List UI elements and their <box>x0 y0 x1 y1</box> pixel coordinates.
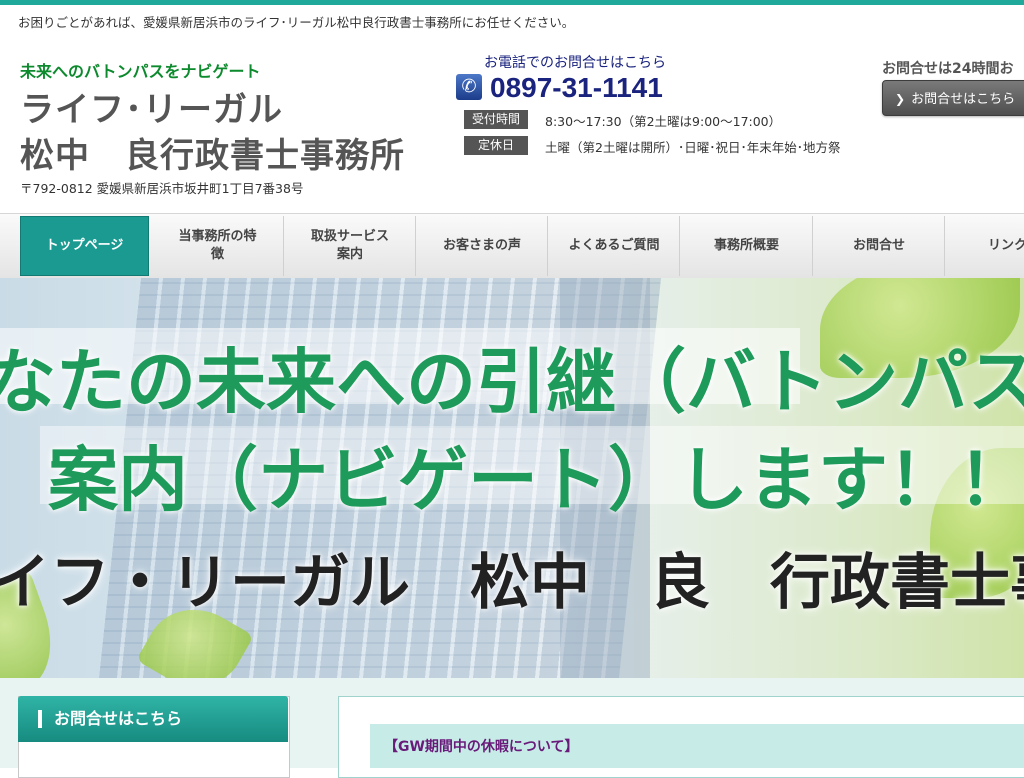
hero-headline-2: 案内（ナビゲート）します！！ <box>48 439 1024 521</box>
nav-item-about[interactable]: 事務所概要 <box>681 216 813 276</box>
nav-label: 取扱サービス案内 <box>311 229 390 262</box>
news-title: 【GW期間中の休暇について】 <box>384 739 579 755</box>
closed-value: 土曜（第2土曜は開所）･日曜･祝日･年末年始･地方祭 <box>545 140 841 155</box>
nav-item-faq[interactable]: よくあるご質問 <box>549 216 680 276</box>
hours-badge: 受付時間 <box>464 110 528 129</box>
nav-item-contact[interactable]: お問合せ <box>814 216 945 276</box>
tel-caption: お電話でのお問合せはこちら <box>484 55 666 71</box>
nav-label: よくあるご質問 <box>568 238 660 253</box>
phone-icon: ✆ <box>456 74 482 100</box>
office-address: 〒792-0812 愛媛県新居浜市坂井町1丁目7番38号 <box>20 181 304 196</box>
top-accent-bar <box>0 0 1024 5</box>
hero-headline-1: なたの未来への引継（バトンパス <box>0 341 1024 423</box>
hero-banner: なたの未来への引継（バトンパス 案内（ナビゲート）します！！ イフ・リーガル 松… <box>0 278 1024 678</box>
closed-badge: 定休日 <box>464 136 528 155</box>
tel-number[interactable]: 0897-31-1141 <box>490 72 663 104</box>
sidebar-contact-heading[interactable]: お問合せはこちら <box>18 696 288 742</box>
contact-button-label: お問合せはこちら <box>911 92 1016 107</box>
nav-label: お客さまの声 <box>442 238 521 253</box>
nav-label: リンク集 <box>988 238 1024 253</box>
nav-item-voices[interactable]: お客さまの声 <box>417 216 548 276</box>
nav-label: お問合せ <box>852 238 905 253</box>
nav-label: 事務所概要 <box>713 238 779 253</box>
heading-bar-icon <box>38 710 42 728</box>
nav-label: トップページ <box>45 238 124 253</box>
nav-item-features[interactable]: 当事務所の特徴 <box>152 216 284 276</box>
contact-24h-text: お問合せは24時間お <box>882 61 1014 77</box>
office-name-line1[interactable]: ライフ･リーガル <box>20 82 283 131</box>
hero-office-name: イフ・リーガル 松中 良 行政書士事 <box>0 548 1024 618</box>
nav-item-links[interactable]: リンク集 <box>946 216 1024 276</box>
office-name-line2[interactable]: 松中 良行政書士事務所 <box>20 128 405 177</box>
nav-label: 当事務所の特徴 <box>178 229 257 262</box>
contact-button[interactable]: ❯ お問合せはこちら <box>882 80 1024 116</box>
nav-item-top[interactable]: トップページ <box>20 216 149 276</box>
catchphrase: 未来へのバトンパスをナビゲート <box>20 62 261 81</box>
nav-item-services[interactable]: 取扱サービス案内 <box>285 216 416 276</box>
hours-value: 8:30～17:30（第2土曜は9:00～17:00） <box>545 114 782 129</box>
global-nav: トップページ 当事務所の特徴 取扱サービス案内 お客さまの声 よくあるご質問 事… <box>0 213 1024 279</box>
header-tagline: お困りごとがあれば、愛媛県新居浜市のライフ･リーガル松中良行政書士事務所にお任せ… <box>18 15 575 30</box>
chevron-right-icon: ❯ <box>895 92 906 106</box>
